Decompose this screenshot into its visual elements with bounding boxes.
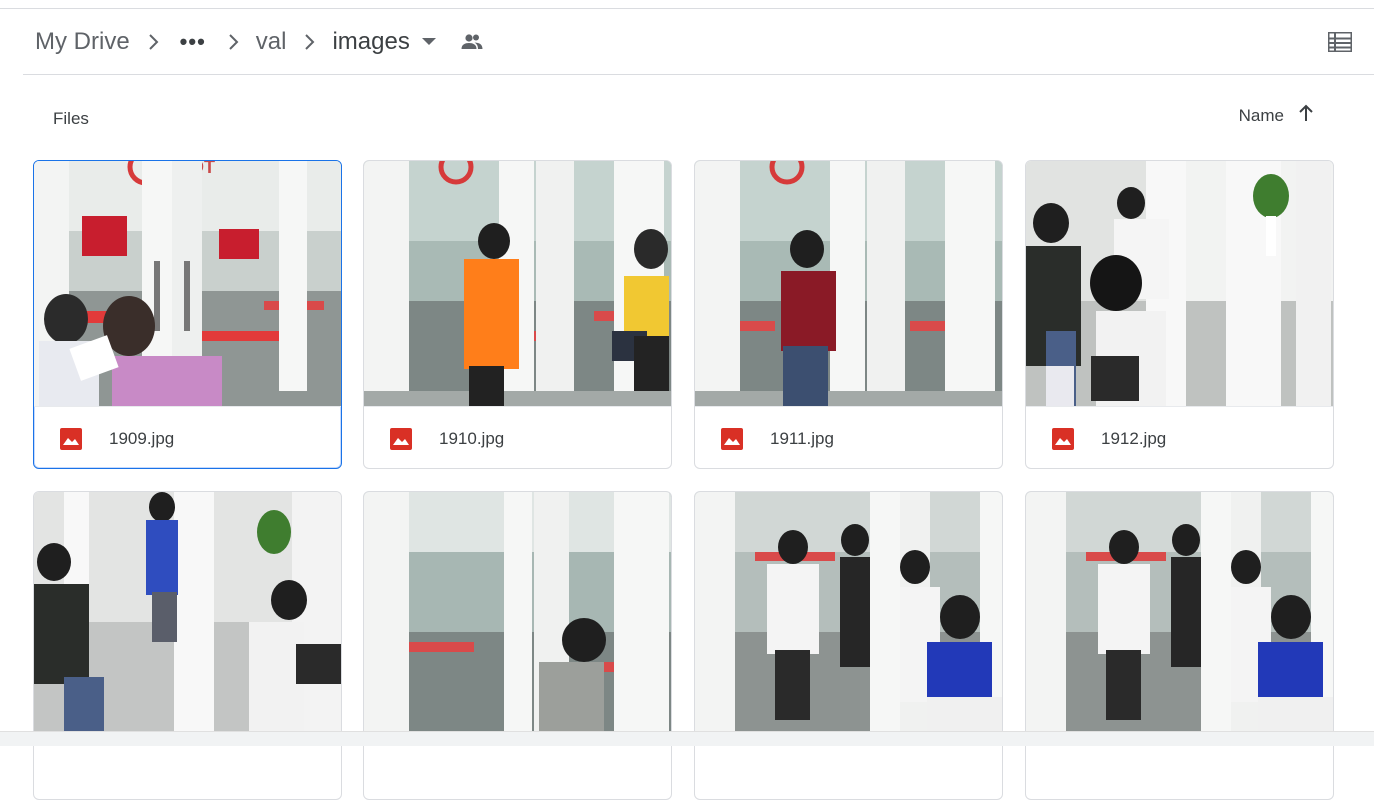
file-card[interactable]: dBOT (33, 160, 342, 469)
file-thumbnail (34, 492, 341, 737)
file-thumbnail (695, 492, 1002, 737)
file-card[interactable]: 1912.jpg (1025, 160, 1334, 469)
shared-people-icon[interactable] (460, 33, 484, 51)
file-name[interactable]: 1910.jpg (439, 429, 504, 449)
file-card-footer: 1909.jpg (34, 406, 341, 468)
file-card-footer: 1910.jpg (364, 406, 671, 468)
chevron-right-icon (286, 33, 332, 51)
sort-by-name-label[interactable]: Name (1239, 106, 1284, 126)
file-thumbnail (1026, 492, 1333, 737)
file-card[interactable] (694, 491, 1003, 800)
list-view-icon[interactable] (1327, 29, 1353, 55)
file-thumbnail (364, 492, 671, 737)
file-card[interactable]: 1910.jpg (363, 160, 672, 469)
breadcrumb-my-drive[interactable]: My Drive (35, 24, 130, 60)
breadcrumb-bar: My Drive ••• val images (23, 14, 1374, 75)
file-card-footer: 1912.jpg (1026, 406, 1333, 468)
file-thumbnail (695, 161, 1002, 406)
arrow-upward-icon[interactable] (1298, 104, 1314, 127)
image-file-icon (60, 428, 82, 450)
file-name[interactable]: 1912.jpg (1101, 429, 1166, 449)
file-card-footer: 1911.jpg (695, 406, 1002, 468)
breadcrumb-val[interactable]: val (256, 24, 287, 60)
image-file-icon (1052, 428, 1074, 450)
more-horiz-icon[interactable]: ••• (176, 31, 210, 53)
file-name[interactable]: 1909.jpg (109, 429, 174, 449)
breadcrumb-images[interactable]: images (332, 24, 409, 60)
sort-control[interactable]: Name (1239, 104, 1314, 127)
files-section-label: Files (53, 109, 89, 128)
horizontal-scrollbar[interactable] (0, 731, 1374, 746)
file-card[interactable]: 1911.jpg (694, 160, 1003, 469)
chevron-right-icon (130, 33, 176, 51)
breadcrumb: My Drive ••• val images (35, 14, 484, 70)
file-thumbnail: dBOT (34, 161, 341, 406)
image-file-icon (390, 428, 412, 450)
chevron-right-icon (210, 33, 256, 51)
file-name[interactable]: 1911.jpg (770, 429, 834, 449)
dropdown-arrow-icon[interactable] (421, 38, 436, 46)
file-card[interactable] (33, 491, 342, 800)
image-file-icon (721, 428, 743, 450)
file-card[interactable] (1025, 491, 1334, 800)
file-thumbnail (1026, 161, 1333, 406)
top-divider (0, 8, 1374, 9)
file-thumbnail (364, 161, 671, 406)
file-card[interactable] (363, 491, 672, 800)
